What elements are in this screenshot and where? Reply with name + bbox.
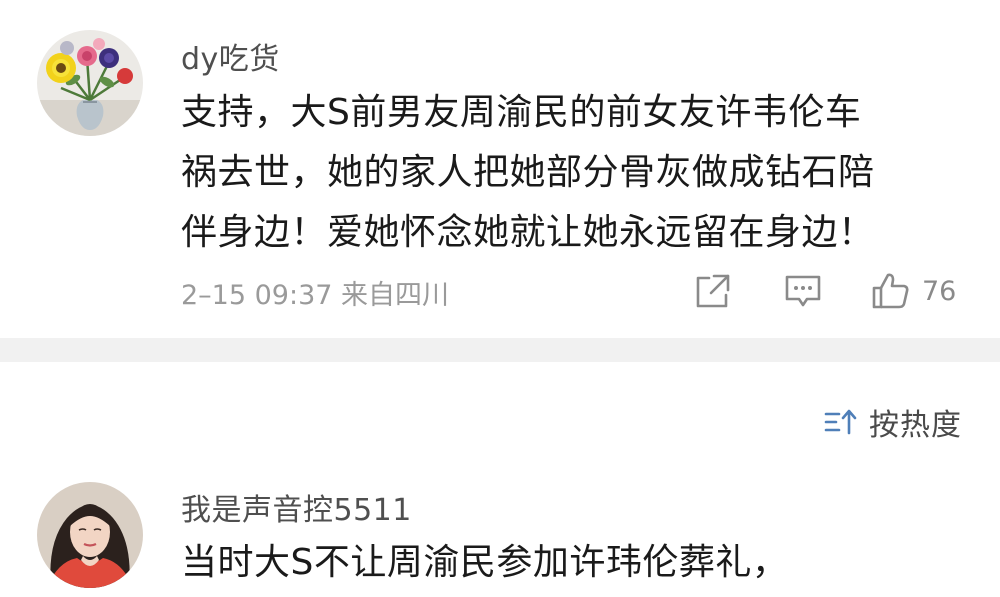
section-divider xyxy=(0,338,1000,362)
share-icon xyxy=(696,274,730,308)
flower-vase-icon xyxy=(37,30,143,136)
like-button[interactable]: 76 xyxy=(870,268,956,314)
avatar[interactable] xyxy=(37,482,143,588)
comment-meta: 2–15 09:37 来自四川 xyxy=(181,280,450,311)
username[interactable]: dy吃货 xyxy=(181,34,280,78)
comment-item: 我是声音控5511 当时大S不让周渝民参加许玮伦葬礼， xyxy=(0,470,1000,597)
comment-line: 祸去世，她的家人把她部分骨灰做成钻石陪 xyxy=(181,152,875,193)
like-count: 76 xyxy=(922,275,957,307)
comment-icon xyxy=(785,275,821,307)
comment-line: 伴身边！爱她怀念她就让她永远留在身边！ xyxy=(181,212,875,253)
sort-by-hot-button[interactable]: 按热度 xyxy=(823,400,962,444)
avatar[interactable] xyxy=(37,30,143,136)
comment-text: 当时大S不让周渝民参加许玮伦葬礼， xyxy=(181,533,971,593)
username[interactable]: 我是声音控5511 xyxy=(181,485,412,529)
share-button[interactable] xyxy=(694,268,732,314)
comment-item: dy吃货 支持，大S前男友周渝民的前女友许韦伦车 祸去世，她的家人把她部分骨灰做… xyxy=(0,0,1000,338)
portrait-woman-icon xyxy=(37,482,143,588)
sort-label: 按热度 xyxy=(869,408,962,443)
sort-icon xyxy=(824,409,857,435)
comment-line: 当时大S不让周渝民参加许玮伦葬礼， xyxy=(181,542,789,583)
comment-line: 支持，大S前男友周渝民的前女友许韦伦车 xyxy=(181,92,862,133)
sort-bar: 按热度 xyxy=(0,362,1000,470)
thumbs-up-icon xyxy=(872,273,909,309)
reply-button[interactable] xyxy=(783,268,823,314)
comment-text: 支持，大S前男友周渝民的前女友许韦伦车 祸去世，她的家人把她部分骨灰做成钻石陪 … xyxy=(181,83,971,263)
